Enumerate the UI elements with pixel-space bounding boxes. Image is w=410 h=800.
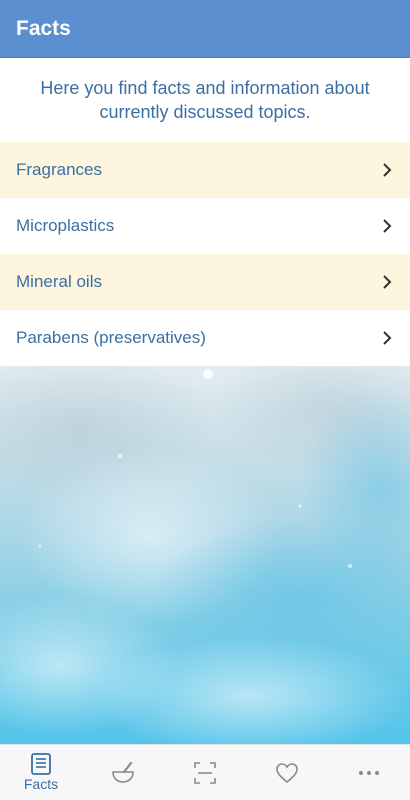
nav-item-scan[interactable] [169,745,241,800]
chevron-right-icon [380,163,394,177]
bottom-navigation: Facts [0,744,410,800]
topic-item-fragrances[interactable]: Fragrances [0,142,410,198]
heart-icon [276,762,298,783]
nav-item-favorites[interactable] [251,745,323,800]
intro-text: Here you find facts and information abou… [40,78,370,122]
topic-label: Microplastics [16,216,115,235]
watercolor-texture [0,366,410,744]
facts-icon [31,753,51,775]
chevron-right-icon [380,219,394,233]
nav-item-ingredients[interactable] [87,745,159,800]
mortar-pestle-icon [112,761,134,783]
intro-section: Here you find facts and information abou… [0,58,410,142]
more-icon [359,770,379,775]
nav-label: Facts [23,776,59,792]
app-bar: Facts [0,0,410,58]
topic-item-microplastics[interactable]: Microplastics [0,198,410,254]
chevron-right-icon [380,275,394,289]
topic-label: Fragrances [16,160,102,179]
topic-label: Mineral oils [16,272,102,291]
topic-list: Fragrances Microplastics Mineral oils Pa… [0,142,410,366]
topic-label: Parabens (preservatives) [16,328,206,347]
scan-icon [194,761,216,784]
topic-item-parabens[interactable]: Parabens (preservatives) [0,310,410,366]
watercolor-background [0,366,410,744]
page-title: Facts [16,16,71,40]
chevron-right-icon [380,331,394,345]
nav-item-facts[interactable]: Facts [5,745,77,800]
topic-item-mineral-oils[interactable]: Mineral oils [0,254,410,310]
nav-item-more[interactable] [333,745,405,800]
